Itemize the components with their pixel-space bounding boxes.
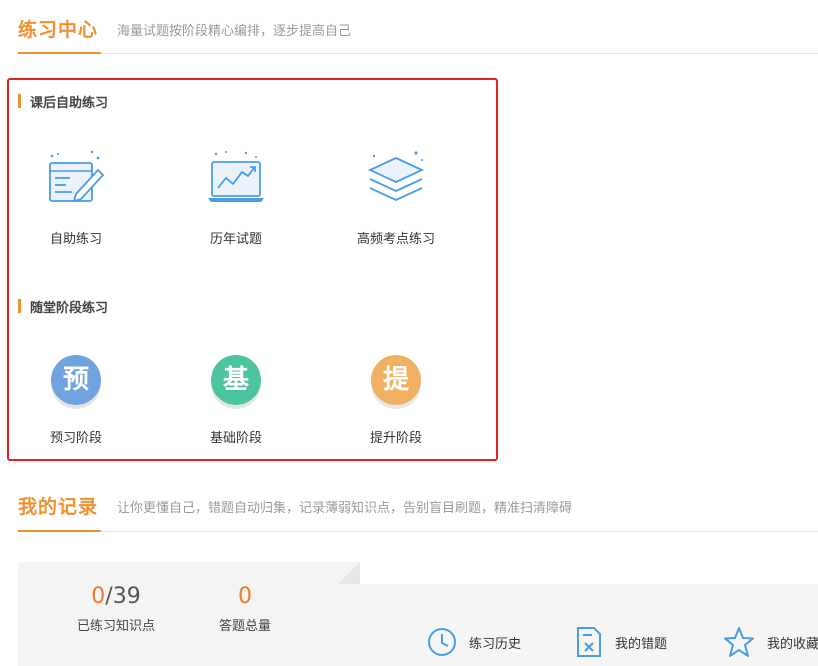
tile-label: 历年试题 [209,232,262,247]
stat-knowledge-points: 0/39 已练习知识点 [56,584,176,634]
stage-basic-badge: 基 [211,355,261,405]
stats-panel-fold [338,562,360,584]
link-label: 练习历史 [469,636,522,652]
stage-advanced[interactable]: 提 提升阶段 [336,355,456,446]
my-records-subtitle: 让你更懂自己，错题自动归集，记录薄弱知识点，告别盲目刷题，精准扫清障碍 [117,501,573,516]
stat-label: 已练习知识点 [76,619,155,634]
tile-high-frequency[interactable]: 高频考点练习 [336,148,456,247]
star-icon [724,627,754,657]
layers-icon [367,151,425,201]
link-label: 我的错题 [615,636,668,652]
stage-preview-badge: 预 [51,355,101,405]
tile-label: 高频考点练习 [356,232,435,247]
chart-monitor-icon [208,151,264,202]
stage-label: 基础阶段 [209,431,262,446]
records-header-divider [18,531,818,532]
tile-label: 自助练习 [49,232,102,247]
practice-history-link[interactable]: 练习历史 [427,626,521,658]
link-label: 我的收藏 [767,636,818,652]
my-favorites-link[interactable]: 我的收藏 [723,626,818,658]
stage-label: 预习阶段 [49,431,102,446]
stage-basic[interactable]: 基 基础阶段 [176,355,296,446]
edit-form-icon [49,150,105,203]
practice-header-divider [18,53,818,54]
practice-center-subtitle: 海量试题按阶段精心编排，逐步提高自己 [117,24,352,39]
stage-advanced-badge: 提 [371,355,421,405]
stat-answer-total: 0 答题总量 [185,584,305,634]
records-header-underline [18,530,101,532]
wrong-doc-icon [577,627,601,657]
stage-label: 提升阶段 [369,431,422,446]
stat-value: 0 [91,584,106,609]
tile-self-practice[interactable]: 自助练习 [16,148,136,247]
tile-past-exams[interactable]: 历年试题 [176,148,296,247]
my-records-title: 我的记录 [18,496,99,518]
my-mistakes-link[interactable]: 我的错题 [575,626,667,658]
group-title-self-practice: 课后自助练习 [18,92,108,111]
stat-value: 0 [238,584,252,609]
clock-icon [428,628,456,656]
practice-header-underline [18,52,101,54]
stat-total: /39 [105,584,141,609]
group-title-stage-practice: 随堂阶段练习 [18,297,108,316]
stage-preview[interactable]: 预 预习阶段 [16,355,136,446]
practice-center-title: 练习中心 [18,19,99,41]
stat-label: 答题总量 [218,619,271,634]
